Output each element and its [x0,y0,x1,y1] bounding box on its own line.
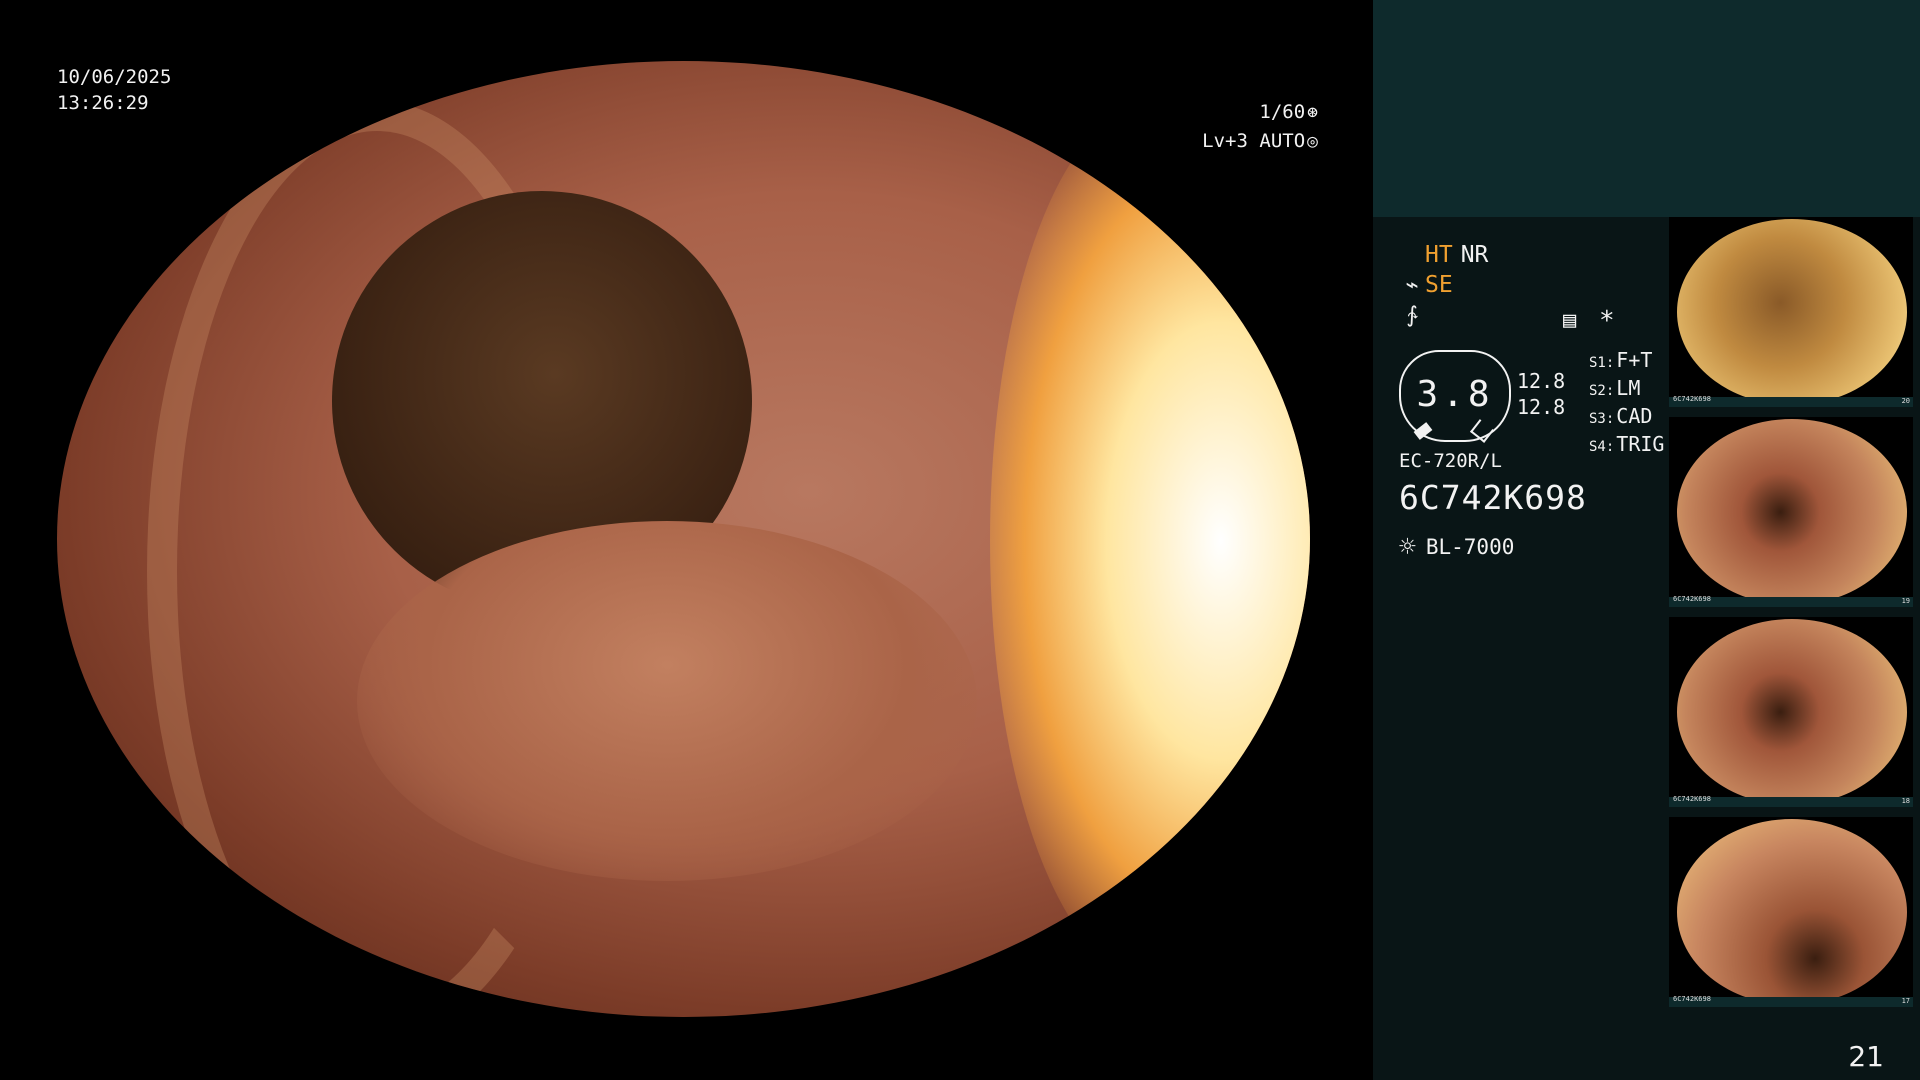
thumbnail-code: 6C742K698 [1673,595,1711,603]
mask-top [0,0,1373,61]
gauge-marker-left [1413,422,1433,440]
thumbnail-image [1677,619,1907,805]
switch-value: LM [1616,376,1641,400]
switch-label: S2: [1589,383,1615,399]
switch-value: TRIG [1616,432,1665,456]
datetime-overlay: 10/06/2025 13:26:29 [57,64,171,116]
nr-mode: NR [1460,242,1489,268]
thumbnail-image [1677,819,1907,1005]
mode-indicators: HT NR ⌁ SE ∱ [1399,240,1659,330]
page-number: 21 [1848,1040,1884,1073]
thumbnail-image [1677,219,1907,405]
switch-value: F+T [1616,348,1653,372]
se-mode: SE [1425,272,1453,298]
aperture-icon: ⊛ [1307,102,1318,123]
thumbnail-code: 6C742K698 [1673,995,1711,1003]
switch-row: S1: F+T [1589,348,1664,376]
freeze-icon: ∱ [1406,302,1418,328]
iris-mode: AUTO [1259,130,1306,152]
exposure-overlay: 1/60 ⊛ Lv+3 AUTO ◎ [1202,98,1318,156]
gauge-marker-right [1469,419,1495,443]
gauge-value: 3.8 [1416,374,1494,415]
thumbnail[interactable]: 6C742K698 20 [1669,217,1913,407]
enhance-icon: ⌁ [1405,272,1419,298]
scope-serial: 6C742K698 [1399,478,1587,517]
thumbnail[interactable]: 6C742K698 19 [1669,417,1913,607]
endoscopic-image [57,61,1310,1017]
mask-bottom [0,1018,1373,1080]
gauge-dial: 3.8 [1399,350,1511,443]
switch-assignments: S1: F+T S2: LM S3: CAD S4: TRIG [1589,348,1664,460]
thumbnail[interactable]: 6C742K698 18 [1669,617,1913,807]
date-text: 10/06/2025 [57,66,172,88]
switch-label: S4: [1589,439,1615,455]
thumbnail-code: 6C742K698 [1673,395,1711,403]
thumbnail-strip: 6C742K698 20 6C742K698 19 6C742K698 18 6… [1669,217,1920,1017]
endoscope-video: 10/06/2025 13:26:29 1/60 ⊛ Lv+3 AUTO ◎ [0,0,1373,1080]
asterisk-icon: * [1599,306,1615,336]
switch-label: S3: [1589,411,1615,427]
thumbnail-index: 19 [1901,597,1910,605]
time-text: 13:26:29 [57,92,149,114]
thumbnail-image [1677,419,1907,605]
switch-row: S3: CAD [1589,404,1664,432]
gauge-num-bottom: 12.8 [1517,395,1566,419]
switch-label: S1: [1589,355,1615,371]
shutter-speed: 1/60 [1259,101,1306,123]
mucosal-fold [357,521,977,881]
light-source-model: BL-7000 [1425,534,1515,559]
switch-row: S4: TRIG [1589,432,1664,460]
settings-icon: ▤ [1563,308,1577,333]
light-source: ☼ BL-7000 [1399,530,1514,563]
thumbnail-code: 6C742K698 [1673,795,1711,803]
thumbnail[interactable]: 6C742K698 17 [1669,817,1913,1007]
panel-header [1373,0,1920,217]
thumbnail-index: 18 [1901,797,1910,805]
ht-mode: HT [1425,242,1453,268]
gauge-num-top: 12.8 [1517,369,1566,393]
thumbnail-index: 17 [1901,997,1910,1005]
switch-value: CAD [1616,404,1653,428]
switch-row: S2: LM [1589,376,1664,404]
iris-icon: ◎ [1307,131,1318,152]
level-text: Lv+3 [1202,130,1248,152]
light-source-icon: ☼ [1399,530,1416,563]
gauge-readouts: 12.8 12.8 [1517,368,1565,420]
scope-model: EC-720R/L [1399,450,1502,472]
thumbnail-index: 20 [1901,397,1910,405]
side-panel: HT NR ⌁ SE ∱ ▤ * 3.8 12.8 12.8 S1: F+T S2… [1373,0,1920,1080]
light-glare [990,101,1310,981]
